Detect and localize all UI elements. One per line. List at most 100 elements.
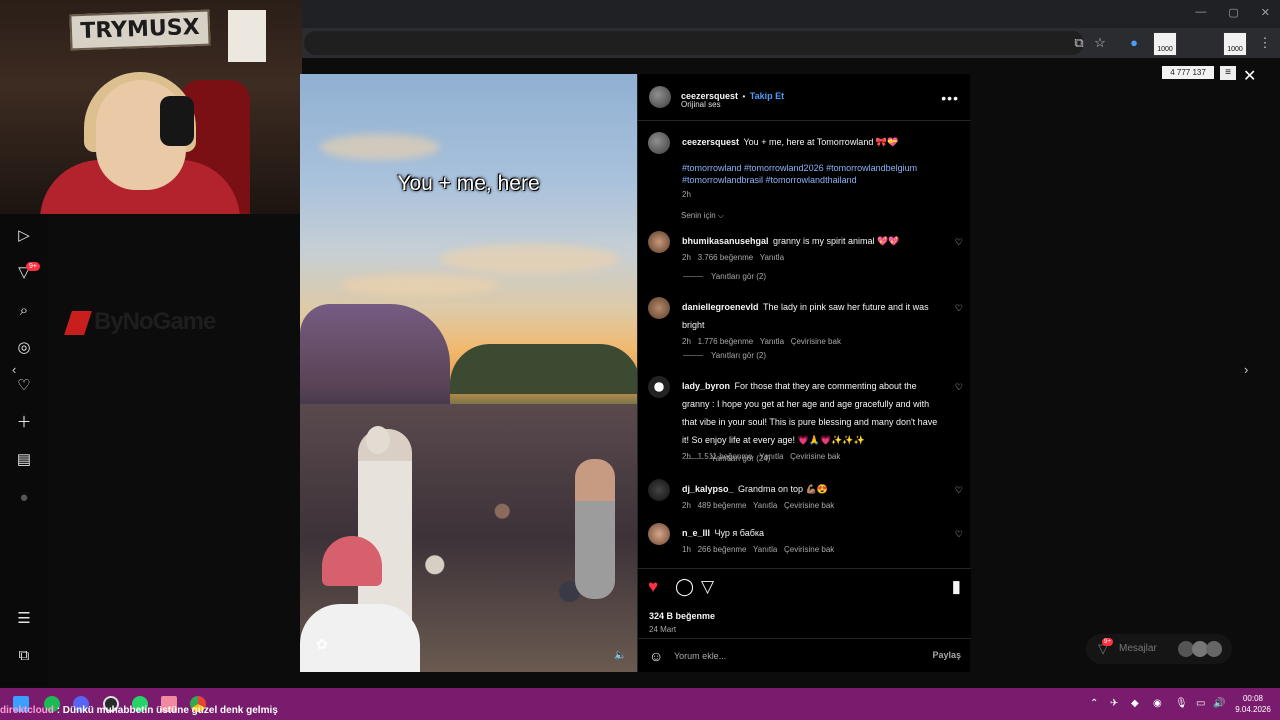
window-controls: — ▢ ✕ (1195, 6, 1270, 19)
like-comment-heart-icon[interactable]: ♡ (955, 485, 963, 496)
comment-text: granny is my spirit animal 💖💖 (772, 236, 900, 246)
minimize-icon[interactable]: — (1195, 6, 1206, 19)
audio-label[interactable]: Orijinal ses (681, 100, 721, 109)
install-app-icon[interactable]: ⧉ (1070, 34, 1088, 52)
tray-app-icon[interactable]: ✈ (1110, 698, 1118, 709)
reply-button[interactable]: Yanıtla (753, 545, 777, 554)
follow-button[interactable]: Takip Et (750, 91, 784, 101)
hashtags-line[interactable]: #tomorrowland #tomorrowland2026 #tomorro… (682, 162, 944, 174)
post-comment-button[interactable]: Paylaş (932, 650, 961, 660)
like-comment-heart-icon[interactable]: ♡ (955, 303, 963, 314)
cup-widget: 1000 (1223, 32, 1247, 56)
wall-poster (228, 10, 266, 62)
view-replies-button[interactable]: Yanıtları gör (24) (711, 454, 770, 463)
commenter-username[interactable]: n_e_lll (682, 528, 710, 538)
heart-icon[interactable]: ♡ (15, 377, 33, 395)
view-replies-button[interactable]: Yanıtları gör (2) (711, 351, 766, 360)
close-icon[interactable]: ✕ (1243, 66, 1256, 86)
brand-name: ByNoGame (94, 308, 216, 335)
comment-time: 2h (682, 452, 691, 461)
commenter-avatar[interactable] (648, 376, 670, 398)
author-avatar[interactable] (649, 86, 671, 108)
url-input[interactable] (304, 31, 1084, 55)
translate-button[interactable]: Çevirisine bak (784, 545, 834, 554)
explore-icon[interactable]: ◎ (15, 339, 33, 357)
search-icon[interactable]: ⌕ (15, 302, 33, 320)
headset (160, 96, 194, 146)
chat-avatar (1206, 641, 1222, 657)
bookmark-star-icon[interactable]: ☆ (1091, 34, 1109, 52)
volume-icon[interactable]: 🔊 (1213, 698, 1225, 709)
reels-icon[interactable]: ▷ (15, 227, 33, 245)
translate-button[interactable]: Çevirisine bak (790, 452, 840, 461)
browser-menu-icon[interactable]: ⋮ (1256, 34, 1274, 52)
comment-likes[interactable]: 3.766 beğenme (698, 253, 754, 262)
insights-icon[interactable]: ▤ (15, 451, 33, 469)
like-comment-heart-icon[interactable]: ♡ (955, 237, 963, 248)
comment-input[interactable] (674, 647, 914, 665)
comment-time: 2h (682, 501, 691, 510)
comments-panel: ceezersquest • Takip Et Orijinal ses •••… (637, 74, 971, 672)
next-post-arrow-icon[interactable]: › (1244, 362, 1248, 377)
hashtags-line[interactable]: #tomorrowlandbrasil #tomorrowlandthailan… (682, 174, 944, 186)
system-clock[interactable]: 00:08 9.04.2026 (1232, 693, 1274, 715)
ticker-user: direktcloud (0, 705, 54, 716)
reply-button[interactable]: Yanıtla (760, 337, 784, 346)
maximize-icon[interactable]: ▢ (1228, 6, 1238, 19)
tree-line (450, 344, 637, 394)
more-options-icon[interactable]: ••• (941, 90, 959, 106)
list-icon: ≡ (1220, 66, 1236, 80)
translate-button[interactable]: Çevirisine bak (784, 501, 834, 510)
save-bookmark-icon[interactable]: ▮ (952, 577, 961, 597)
cloud (440, 244, 620, 274)
reel-video[interactable]: You + me, here ✿ 🔈 (300, 74, 637, 672)
mute-icon[interactable]: 🔈 (614, 650, 626, 662)
like-comment-heart-icon[interactable]: ♡ (955, 529, 963, 540)
replies-divider (683, 276, 703, 277)
comment-text: Grandma on top 💪🏽😍 (737, 484, 828, 494)
apps-icon[interactable]: ⧉ (15, 647, 33, 665)
microphone-icon[interactable]: 🎙 (1175, 698, 1188, 709)
commenter-avatar[interactable] (648, 479, 670, 501)
like-comment-heart-icon[interactable]: ♡ (955, 382, 963, 393)
steam-icon[interactable]: ◉ (1153, 698, 1162, 709)
commenter-username[interactable]: lady_byron (682, 381, 730, 391)
caption-body: ceezersquest You + me, here at Tomorrowl… (682, 132, 944, 199)
translate-button[interactable]: Çevirisine bak (791, 337, 841, 346)
create-icon[interactable]: ＋ (15, 414, 33, 432)
comment-likes[interactable]: 266 beğenme (698, 545, 747, 554)
author-avatar[interactable] (648, 132, 670, 154)
tray-chevron-icon[interactable]: ⌃ (1090, 698, 1098, 709)
commenter-username[interactable]: daniellegroenevld (682, 302, 759, 312)
reply-button[interactable]: Yanıtla (760, 253, 784, 262)
comment-time: 1h (682, 545, 691, 554)
more-menu-icon[interactable]: ☰ (15, 610, 33, 628)
commenter-username[interactable]: dj_kalypso_ (682, 484, 734, 494)
previous-post-arrow-icon[interactable]: ‹ (12, 362, 16, 377)
comment-likes[interactable]: 1.776 beğenme (698, 337, 754, 346)
like-count[interactable]: 324 B beğenme (649, 611, 715, 621)
share-send-icon[interactable]: ▽ (701, 577, 714, 597)
like-heart-icon[interactable]: ♥ (648, 577, 658, 597)
messages-label: Mesajlar (1119, 643, 1157, 654)
comment-likes[interactable]: 489 beğenme (698, 501, 747, 510)
granny-figure (358, 429, 412, 629)
commenter-username[interactable]: bhumikasanusehgal (682, 236, 769, 246)
comment-text: Чур я бабка (714, 528, 764, 538)
stream-counter: 4 777 137 (1162, 66, 1214, 79)
tray-app-icon[interactable]: ◆ (1131, 698, 1139, 709)
commenter-avatar[interactable] (648, 523, 670, 545)
commenter-avatar[interactable] (648, 297, 670, 319)
network-icon[interactable]: ▭ (1196, 698, 1205, 709)
reply-button[interactable]: Yanıtla (753, 501, 777, 510)
view-replies-button[interactable]: Yanıtları gör (2) (711, 272, 766, 281)
profile-icon[interactable]: ● (15, 489, 33, 507)
cloud (320, 134, 440, 160)
emoji-icon[interactable]: ☺ (649, 648, 663, 664)
comment-sort-dropdown[interactable]: Senin için ⌵ (681, 211, 724, 221)
commenter-avatar[interactable] (648, 231, 670, 253)
caption-username[interactable]: ceezersquest (682, 137, 739, 147)
extension-icon[interactable]: ● (1125, 34, 1143, 52)
close-window-icon[interactable]: ✕ (1261, 6, 1270, 19)
comment-bubble-icon[interactable]: ◯ (675, 577, 694, 597)
